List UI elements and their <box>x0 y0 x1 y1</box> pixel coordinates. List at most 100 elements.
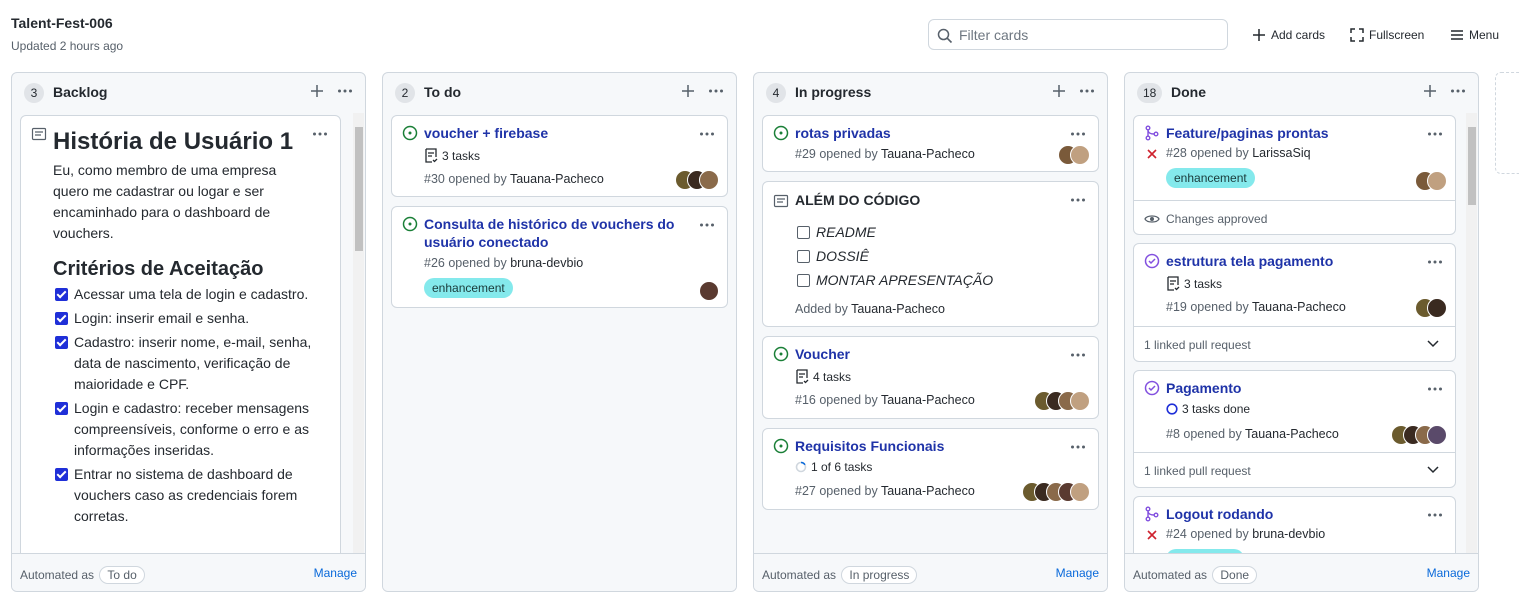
card-title-link[interactable]: Requisitos Funcionais <box>795 437 944 455</box>
add-card-icon[interactable] <box>680 83 696 99</box>
task-list-progress: 4 tasks <box>795 369 851 384</box>
author-link[interactable]: LarissaSiq <box>1252 146 1310 160</box>
card-title-link[interactable]: Consulta de histórico de vouchers do usu… <box>424 215 684 251</box>
card-menu-icon[interactable] <box>699 217 715 233</box>
card-menu-icon[interactable] <box>312 126 328 142</box>
card-menu-icon[interactable] <box>1427 507 1443 523</box>
column-header: 4 In progress <box>754 73 1107 113</box>
criteria-list: Acessar uma tela de login e cadastro. Lo… <box>55 284 315 527</box>
chevron-down-icon[interactable] <box>1427 466 1439 474</box>
note-card[interactable]: ALÉM DO CÓDIGO README DOSSIÊ MONTAR APRE… <box>762 181 1099 327</box>
avatar[interactable] <box>699 281 719 301</box>
card-menu-icon[interactable] <box>1427 254 1443 270</box>
card-title-link[interactable]: Feature/paginas prontas <box>1166 124 1329 142</box>
filter-cards-input[interactable] <box>959 25 1219 45</box>
checklist-icon <box>425 148 438 163</box>
card-menu-icon[interactable] <box>1427 381 1443 397</box>
author-link[interactable]: Tauana-Pacheco <box>881 393 975 407</box>
add-card-icon[interactable] <box>1422 83 1438 99</box>
checkbox-checked[interactable] <box>55 312 68 325</box>
add-card-icon[interactable] <box>309 83 325 99</box>
card-count-badge: 18 <box>1137 83 1163 103</box>
checkbox-checked[interactable] <box>55 468 68 481</box>
avatar[interactable] <box>1070 482 1090 502</box>
issue-card[interactable]: rotas privadas #29 opened by Tauana-Pach… <box>762 115 1099 172</box>
manage-link[interactable]: Manage <box>1056 566 1099 580</box>
checkbox-unchecked[interactable] <box>797 250 810 263</box>
card-title-link[interactable]: Logout rodando <box>1166 505 1273 523</box>
checkbox-checked[interactable] <box>55 402 68 415</box>
avatar[interactable] <box>1070 391 1090 411</box>
card-menu-icon[interactable] <box>1427 126 1443 142</box>
avatar[interactable] <box>699 170 719 190</box>
checkbox-unchecked[interactable] <box>797 226 810 239</box>
linked-pr-row[interactable]: 1 linked pull request <box>1134 452 1455 488</box>
add-column-placeholder[interactable] <box>1495 72 1519 174</box>
author-link[interactable]: bruna-devbio <box>510 256 583 270</box>
card-meta: #30 opened by Tauana-Pacheco <box>424 172 604 186</box>
card-menu-icon[interactable] <box>1070 439 1086 455</box>
column-cards[interactable]: rotas privadas #29 opened by Tauana-Pach… <box>754 113 1107 553</box>
avatar[interactable] <box>1427 425 1447 445</box>
card-menu-icon[interactable] <box>699 126 715 142</box>
open-issue-icon <box>773 346 789 362</box>
issue-card[interactable]: estrutura tela pagamento 3 tasks #19 ope… <box>1133 243 1456 362</box>
scrollbar[interactable] <box>1466 113 1477 553</box>
card-title-link[interactable]: rotas privadas <box>795 124 891 142</box>
scrollbar-thumb[interactable] <box>1468 127 1476 205</box>
scrollbar-thumb[interactable] <box>355 127 363 251</box>
linked-pr-row[interactable]: 1 linked pull request <box>1134 326 1455 362</box>
avatar[interactable] <box>1070 145 1090 165</box>
add-cards-button[interactable]: Add cards <box>1252 26 1325 44</box>
label-badge[interactable]: enhancement <box>1166 168 1255 188</box>
column-menu-icon[interactable] <box>337 83 353 99</box>
pull-request-card[interactable]: Logout rodando #24 opened by bruna-devbi… <box>1133 496 1456 553</box>
card-title-link[interactable]: Pagamento <box>1166 379 1241 397</box>
avatar-stack <box>1415 171 1447 191</box>
author-link[interactable]: Tauana-Pacheco <box>510 172 604 186</box>
column-cards[interactable]: História de Usuário 1 Eu, como membro de… <box>12 113 365 553</box>
fullscreen-button[interactable]: Fullscreen <box>1350 26 1424 44</box>
issue-card[interactable]: voucher + firebase 3 tasks #30 opened by… <box>391 115 728 197</box>
author-link[interactable]: Tauana-Pacheco <box>881 147 975 161</box>
author-link[interactable]: Tauana-Pacheco <box>1245 427 1339 441</box>
author-link[interactable]: Tauana-Pacheco <box>1252 300 1346 314</box>
column-menu-icon[interactable] <box>708 83 724 99</box>
add-card-icon[interactable] <box>1051 83 1067 99</box>
column-menu-icon[interactable] <box>1450 83 1466 99</box>
column-header: 18 Done <box>1125 73 1478 113</box>
manage-link[interactable]: Manage <box>314 566 357 580</box>
author-link[interactable]: bruna-devbio <box>1252 527 1325 541</box>
card-menu-icon[interactable] <box>1070 347 1086 363</box>
card-title-link[interactable]: Voucher <box>795 345 850 363</box>
avatar[interactable] <box>1427 171 1447 191</box>
checkbox-checked[interactable] <box>55 336 68 349</box>
checkbox-unchecked[interactable] <box>797 274 810 287</box>
card-menu-icon[interactable] <box>1070 192 1086 208</box>
card-title-link[interactable]: voucher + firebase <box>424 124 548 142</box>
manage-link[interactable]: Manage <box>1427 566 1470 580</box>
column-cards[interactable]: voucher + firebase 3 tasks #30 opened by… <box>383 113 736 553</box>
open-issue-icon <box>402 216 418 232</box>
avatar[interactable] <box>1427 298 1447 318</box>
menu-button[interactable]: Menu <box>1450 26 1499 44</box>
author-link[interactable]: Tauana-Pacheco <box>881 484 975 498</box>
filter-cards-field[interactable] <box>928 19 1228 50</box>
issue-card[interactable]: Pagamento 3 tasks done #8 opened by Taua… <box>1133 370 1456 488</box>
issue-card[interactable]: Voucher 4 tasks #16 opened by Tauana-Pac… <box>762 336 1099 419</box>
author-link[interactable]: Tauana-Pacheco <box>851 302 945 316</box>
column-cards[interactable]: Feature/paginas prontas #28 opened by La… <box>1125 113 1464 553</box>
label-badge[interactable]: enhancement <box>424 278 513 298</box>
issue-card[interactable]: Requisitos Funcionais 1 of 6 tasks #27 o… <box>762 428 1099 510</box>
checkbox-checked[interactable] <box>55 288 68 301</box>
issue-card[interactable]: Consulta de histórico de vouchers do usu… <box>391 206 728 308</box>
scrollbar[interactable] <box>353 113 364 553</box>
column-header: 2 To do <box>383 73 736 113</box>
automation-pill: Done <box>1212 566 1258 584</box>
chevron-down-icon[interactable] <box>1427 340 1439 348</box>
pull-request-card[interactable]: Feature/paginas prontas #28 opened by La… <box>1133 115 1456 235</box>
card-title-link[interactable]: estrutura tela pagamento <box>1166 252 1333 270</box>
note-card[interactable]: História de Usuário 1 Eu, como membro de… <box>20 115 341 553</box>
column-menu-icon[interactable] <box>1079 83 1095 99</box>
card-menu-icon[interactable] <box>1070 126 1086 142</box>
